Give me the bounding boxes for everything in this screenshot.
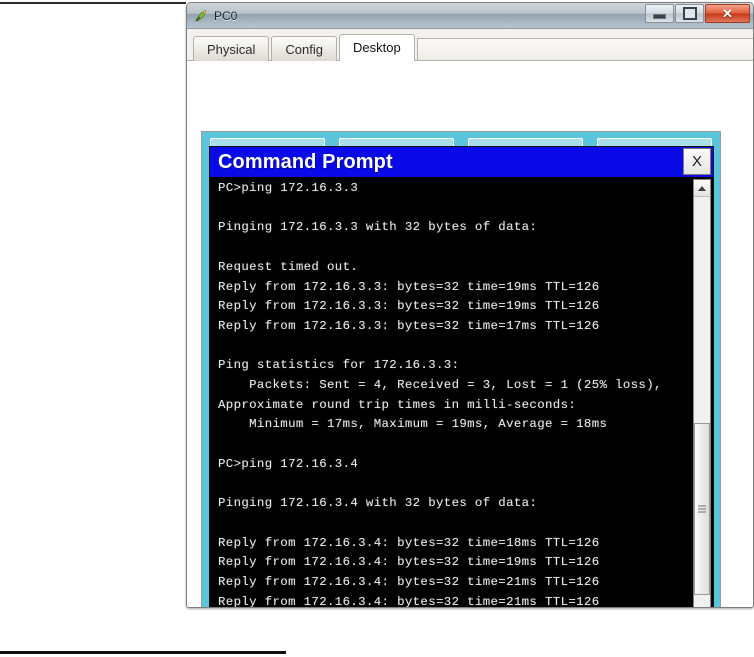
- tab-bar: Physical Config Desktop: [187, 29, 753, 62]
- device-pc-icon: [195, 8, 207, 21]
- page-top-rule: [0, 2, 186, 4]
- command-prompt-close-button[interactable]: X: [683, 148, 711, 175]
- close-icon: ✕: [722, 6, 733, 21]
- tab-filler: [416, 38, 753, 61]
- scrollbar-thumb[interactable]: [694, 423, 710, 595]
- desktop-pane: Command Prompt X PC>ping 172.16.3.3 Ping…: [187, 61, 753, 607]
- minimize-icon: [653, 14, 666, 19]
- minimize-button[interactable]: [645, 4, 674, 23]
- scroll-up-button[interactable]: [694, 180, 710, 197]
- scrollbar-grip-icon: [698, 505, 706, 513]
- pc0-window: PC0 ✕ Physical Config Desktop Command Pr…: [186, 2, 754, 608]
- maximize-button[interactable]: [675, 4, 704, 23]
- scroll-up-icon: [698, 185, 706, 191]
- command-prompt-titlebar[interactable]: Command Prompt X: [210, 147, 713, 177]
- page-bottom-rule: [0, 651, 286, 654]
- command-prompt-title: Command Prompt: [218, 150, 393, 173]
- screenshot-root: PC0 ✕ Physical Config Desktop Command Pr…: [0, 0, 754, 657]
- maximize-icon: [682, 7, 697, 20]
- tab-desktop[interactable]: Desktop: [339, 34, 415, 62]
- terminal-output: PC>ping 172.16.3.3 Pinging 172.16.3.3 wi…: [218, 181, 662, 608]
- tab-physical[interactable]: Physical: [193, 36, 270, 61]
- terminal-scrollbar[interactable]: [693, 179, 711, 607]
- tab-config[interactable]: Config: [271, 36, 337, 61]
- command-prompt-body[interactable]: PC>ping 172.16.3.3 Pinging 172.16.3.3 wi…: [210, 177, 713, 608]
- window-controls: ✕: [645, 4, 750, 23]
- command-prompt-window: Command Prompt X PC>ping 172.16.3.3 Ping…: [209, 146, 714, 608]
- window-titlebar[interactable]: PC0 ✕: [187, 3, 753, 29]
- close-button[interactable]: ✕: [705, 4, 750, 23]
- window-title: PC0: [214, 8, 238, 23]
